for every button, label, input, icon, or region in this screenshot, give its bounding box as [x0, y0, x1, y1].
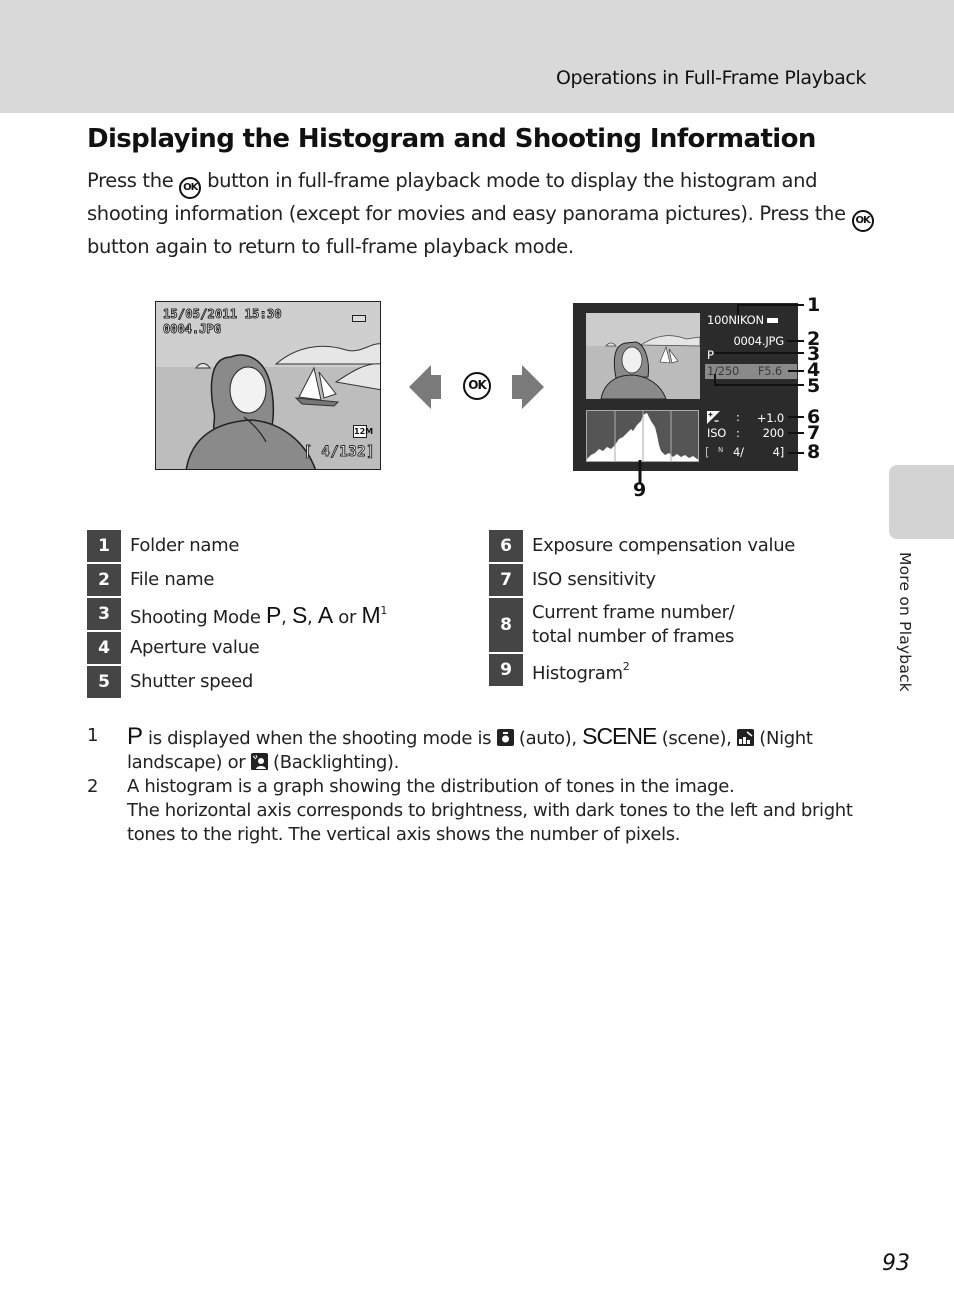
- header-band: Operations in Full-Frame Playback: [0, 0, 954, 113]
- callout-lines: [638, 304, 804, 483]
- legend-number: 3: [87, 598, 121, 630]
- full-frame-playback-screen: 15/05/2011 15:30 0004.JPG 12M [ 4/132]: [155, 301, 381, 470]
- chapter-label: More on Playback: [896, 552, 914, 692]
- ok-button-icon: OK: [463, 372, 491, 400]
- intro-text-2: button in full-frame playback mode to di…: [87, 169, 852, 225]
- mode-s-glyph: S: [291, 601, 307, 628]
- footnote-ref: 1: [380, 603, 388, 617]
- intro-text-3: button again to return to full-frame pla…: [87, 235, 574, 258]
- separator: or: [332, 606, 362, 628]
- section-title: Operations in Full-Frame Playback: [555, 67, 866, 89]
- legend-label-text: Histogram: [532, 662, 623, 684]
- legend-label: Histogram2: [523, 655, 630, 686]
- legend-item: 7 ISO sensitivity: [489, 564, 795, 596]
- intro-text-1: Press the: [87, 169, 180, 192]
- page-title: Displaying the Histogram and Shooting In…: [87, 124, 816, 154]
- footnote-text: (Backlighting).: [267, 752, 399, 773]
- footnote-text: (auto),: [513, 728, 583, 749]
- legend-label: Current frame number/total number of fra…: [523, 601, 735, 649]
- capture-datetime: 15/05/2011 15:30: [163, 307, 282, 322]
- legend-label: Folder name: [130, 535, 240, 556]
- legend-label: Shooting Mode P, S, A or M1: [121, 599, 387, 630]
- legend-number: 4: [87, 632, 121, 664]
- footnote-text: is displayed when the shooting mode is: [142, 728, 497, 749]
- footnote: 1 P is displayed when the shooting mode …: [87, 724, 877, 775]
- callout-8: 8: [807, 441, 821, 463]
- legend-item: 2 File name: [87, 564, 387, 596]
- legend-number: 8: [489, 598, 523, 652]
- footnote-body: A histogram is a graph showing the distr…: [127, 775, 877, 847]
- callout-9: 9: [633, 479, 647, 501]
- backlighting-icon: [250, 753, 268, 770]
- legend-item: 4 Aperture value: [87, 632, 387, 664]
- legend-left: 1 Folder name 2 File name 3 Shooting Mod…: [87, 530, 387, 700]
- legend-item: 1 Folder name: [87, 530, 387, 562]
- legend-label-line: total number of frames: [532, 626, 735, 647]
- mode-p-glyph: P: [127, 723, 143, 750]
- legend-number: 2: [87, 564, 121, 596]
- legend-number: 5: [87, 666, 121, 698]
- footnote-body: P is displayed when the shooting mode is…: [127, 724, 877, 775]
- page-number: 93: [882, 1251, 910, 1276]
- ok-button-icon: OK: [179, 177, 202, 199]
- frame-counter: [ 4/132]: [303, 444, 375, 461]
- file-name: 0004.JPG: [163, 322, 222, 337]
- footnote-number: 2: [87, 776, 99, 797]
- ok-button-icon: OK: [851, 210, 874, 232]
- footnote-text: The horizontal axis corresponds to brigh…: [127, 800, 853, 845]
- mode-m-glyph: M: [361, 601, 381, 628]
- legend-number: 6: [489, 530, 523, 562]
- image-size-icon: 12M: [353, 425, 374, 438]
- arrow-left-icon: [409, 365, 441, 409]
- legend-label-text: Shooting Mode: [130, 606, 267, 628]
- legend-item: 6 Exposure compensation value: [489, 530, 795, 562]
- legend-right: 6 Exposure compensation value 7 ISO sens…: [489, 530, 795, 688]
- scene-mode-glyph: SCENE: [582, 723, 657, 749]
- footnote-text: (scene),: [656, 728, 737, 749]
- mode-a-glyph: A: [317, 601, 333, 628]
- footnotes: 1 P is displayed when the shooting mode …: [87, 724, 877, 847]
- separator: ,: [281, 606, 292, 628]
- legend-number: 7: [489, 564, 523, 596]
- legend-label: File name: [130, 569, 215, 590]
- battery-icon: [352, 315, 366, 322]
- footnote-number: 1: [87, 725, 99, 746]
- legend-item: 8 Current frame number/total number of f…: [489, 598, 795, 652]
- legend-item: 3 Shooting Mode P, S, A or M1: [87, 598, 387, 630]
- legend-item: 9 Histogram2: [489, 654, 795, 686]
- auto-mode-camera-icon: [496, 729, 514, 746]
- night-landscape-icon: [736, 729, 754, 746]
- footnote-text: A histogram is a graph showing the distr…: [127, 776, 735, 797]
- legend-label-line: Current frame number/: [532, 602, 735, 623]
- callout-5: 5: [807, 375, 821, 397]
- legend-number: 9: [489, 654, 523, 686]
- intro-paragraph: Press the OK button in full-frame playba…: [87, 166, 877, 262]
- arrow-right-icon: [512, 365, 544, 409]
- legend-item: 5 Shutter speed: [87, 666, 387, 698]
- separator: ,: [306, 606, 318, 628]
- legend-label: Shutter speed: [130, 671, 254, 692]
- legend-label: ISO sensitivity: [532, 569, 656, 590]
- footnote-ref: 2: [622, 659, 630, 673]
- footnote: 2 A histogram is a graph showing the dis…: [87, 775, 877, 847]
- legend-label: Aperture value: [130, 637, 260, 658]
- legend-label: Exposure compensation value: [532, 535, 796, 556]
- chapter-tab: [889, 465, 954, 539]
- mode-p-glyph: P: [266, 601, 282, 628]
- callout-1: 1: [807, 294, 821, 316]
- legend-number: 1: [87, 530, 121, 562]
